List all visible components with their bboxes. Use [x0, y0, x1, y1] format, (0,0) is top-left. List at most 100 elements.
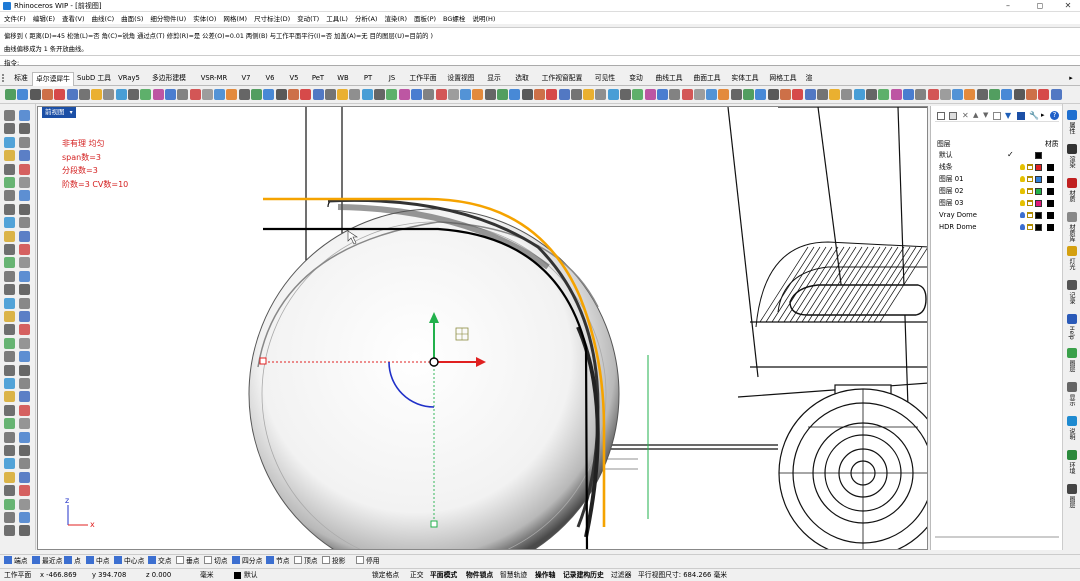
- tool-icon[interactable]: [19, 257, 30, 269]
- tool-icon[interactable]: [19, 230, 30, 242]
- toolbar-tab[interactable]: 变动: [622, 72, 650, 86]
- toolbar-command-icon[interactable]: [669, 89, 681, 100]
- new-sublayer-icon[interactable]: [949, 112, 957, 120]
- toolbar-command-icon[interactable]: [386, 89, 398, 100]
- checkbox-icon[interactable]: [204, 556, 212, 564]
- toolbar-command-icon[interactable]: [189, 89, 201, 100]
- osnap-toggle[interactable]: 中点: [86, 556, 110, 566]
- panel-scrollbar[interactable]: [935, 536, 1059, 538]
- tool-icon[interactable]: [4, 244, 15, 255]
- tool-icon[interactable]: [19, 351, 30, 363]
- panel-tab-label[interactable]: 属性: [1068, 122, 1075, 134]
- toolbar-command-icon[interactable]: [251, 89, 262, 100]
- lock-icon[interactable]: [1027, 224, 1033, 230]
- toolbar-command-icon[interactable]: [902, 89, 914, 100]
- tool-icon[interactable]: [4, 123, 15, 135]
- layer-material-swatch[interactable]: [1047, 224, 1054, 231]
- toolbar-command-icon[interactable]: [595, 89, 607, 100]
- layer-row[interactable]: HDR Dome: [937, 221, 1055, 233]
- menu-item[interactable]: 网格(M): [223, 13, 247, 23]
- toolbar-tab[interactable]: 网格工具: [764, 72, 802, 86]
- toolbar-command-icon[interactable]: [718, 89, 730, 100]
- viewport-canvas[interactable]: z x: [38, 107, 928, 550]
- checkbox-icon[interactable]: [294, 556, 302, 564]
- layer-row[interactable]: 图层 02: [937, 185, 1055, 197]
- tool-icon[interactable]: [4, 217, 15, 229]
- tool-icon[interactable]: [4, 150, 15, 162]
- layer-material-swatch[interactable]: [1047, 200, 1054, 207]
- toolbar-tab[interactable]: V5: [282, 72, 306, 86]
- move-up-icon[interactable]: ▲: [973, 111, 978, 120]
- lock-icon[interactable]: [1027, 212, 1033, 218]
- checkbox-icon[interactable]: [148, 556, 156, 564]
- toolbar-command-icon[interactable]: [91, 89, 103, 100]
- toolbar-command-icon[interactable]: [866, 89, 877, 100]
- toolbar-command-icon[interactable]: [1025, 89, 1037, 100]
- toolbar-tab[interactable]: 标准: [10, 72, 32, 86]
- panel-tab-label[interactable]: 图层: [1068, 496, 1075, 508]
- panel-tab-label[interactable]: 环境: [1068, 462, 1075, 474]
- toolbar-command-icon[interactable]: [620, 89, 631, 100]
- toolbar-command-icon[interactable]: [509, 89, 521, 100]
- toolbar-command-icon[interactable]: [472, 89, 484, 100]
- visibility-bulb-icon[interactable]: [1020, 200, 1025, 206]
- toolbar-tab[interactable]: 曲面工具: [688, 72, 726, 86]
- layer-row[interactable]: 默认 ✓: [937, 149, 1055, 161]
- menu-item[interactable]: 编辑(E): [33, 13, 55, 23]
- tool-icon[interactable]: [19, 324, 30, 336]
- osnap-toggle[interactable]: 投影: [322, 556, 346, 566]
- panel-tab-icon[interactable]: [1067, 246, 1077, 256]
- toolbar-command-icon[interactable]: [447, 89, 459, 100]
- osnap-toggle[interactable]: 停用: [356, 556, 380, 566]
- checkbox-icon[interactable]: [176, 556, 184, 564]
- command-input[interactable]: 指令:: [0, 55, 1080, 67]
- toolbar-command-icon[interactable]: [706, 89, 718, 100]
- lock-icon[interactable]: [1027, 188, 1033, 194]
- toolbar-command-icon[interactable]: [17, 89, 29, 100]
- toolbar-command-icon[interactable]: [29, 89, 41, 100]
- toolbar-command-icon[interactable]: [177, 89, 189, 100]
- toolbar-command-icon[interactable]: [964, 89, 976, 100]
- toolbar-command-icon[interactable]: [361, 89, 373, 100]
- layer-row[interactable]: Vray Dome: [937, 209, 1055, 221]
- layer-row[interactable]: 图层 01: [937, 173, 1055, 185]
- layer-color-swatch[interactable]: [1035, 200, 1042, 207]
- toolbar-command-icon[interactable]: [337, 89, 349, 100]
- toolbar-tab[interactable]: V6: [258, 72, 282, 86]
- osnap-toggle[interactable]: 中心点: [114, 556, 144, 566]
- toolbar-command-icon[interactable]: [681, 89, 693, 100]
- delete-icon[interactable]: ✕: [962, 111, 969, 120]
- visibility-bulb-icon[interactable]: [1020, 188, 1025, 194]
- move-to-parent-icon[interactable]: [993, 112, 1001, 120]
- panel-tab-icon[interactable]: [1067, 382, 1077, 392]
- tool-icon[interactable]: [4, 418, 15, 430]
- toolbar-command-icon[interactable]: [435, 89, 447, 100]
- toolbar-command-icon[interactable]: [238, 89, 250, 100]
- layer-color-swatch[interactable]: [1035, 224, 1042, 231]
- toolbar-command-icon[interactable]: [533, 89, 545, 100]
- osnap-toggle[interactable]: 节点: [266, 556, 290, 566]
- tool-icon[interactable]: [19, 458, 30, 470]
- close-button[interactable]: ✕: [1056, 0, 1080, 12]
- tool-icon[interactable]: [4, 284, 15, 296]
- toolbar-command-icon[interactable]: [656, 89, 668, 100]
- osnap-toggle[interactable]: 顶点: [294, 556, 318, 566]
- panel-tab-label[interactable]: 材质: [1068, 190, 1075, 202]
- tool-icon[interactable]: [4, 136, 15, 148]
- osnap-toggle[interactable]: 切点: [204, 556, 228, 566]
- layer-color-swatch[interactable]: [1035, 212, 1042, 219]
- toolbar-command-icon[interactable]: [484, 89, 496, 100]
- toolbar-tab[interactable]: 选取: [508, 72, 536, 86]
- tool-icon[interactable]: [4, 177, 15, 188]
- toolbar-command-icon[interactable]: [804, 89, 816, 100]
- maximize-button[interactable]: ◻: [1028, 0, 1052, 12]
- tool-icon[interactable]: [19, 512, 30, 523]
- status-ortho[interactable]: 正交: [410, 571, 424, 580]
- status-history[interactable]: 记录建构历史: [563, 571, 604, 580]
- tool-icon[interactable]: [19, 418, 30, 430]
- menu-item[interactable]: 曲线(C): [92, 13, 115, 23]
- menu-item[interactable]: 变动(T): [297, 13, 319, 23]
- toolbar-command-icon[interactable]: [853, 89, 865, 100]
- tool-icon[interactable]: [4, 337, 15, 349]
- checkbox-icon[interactable]: [32, 556, 40, 564]
